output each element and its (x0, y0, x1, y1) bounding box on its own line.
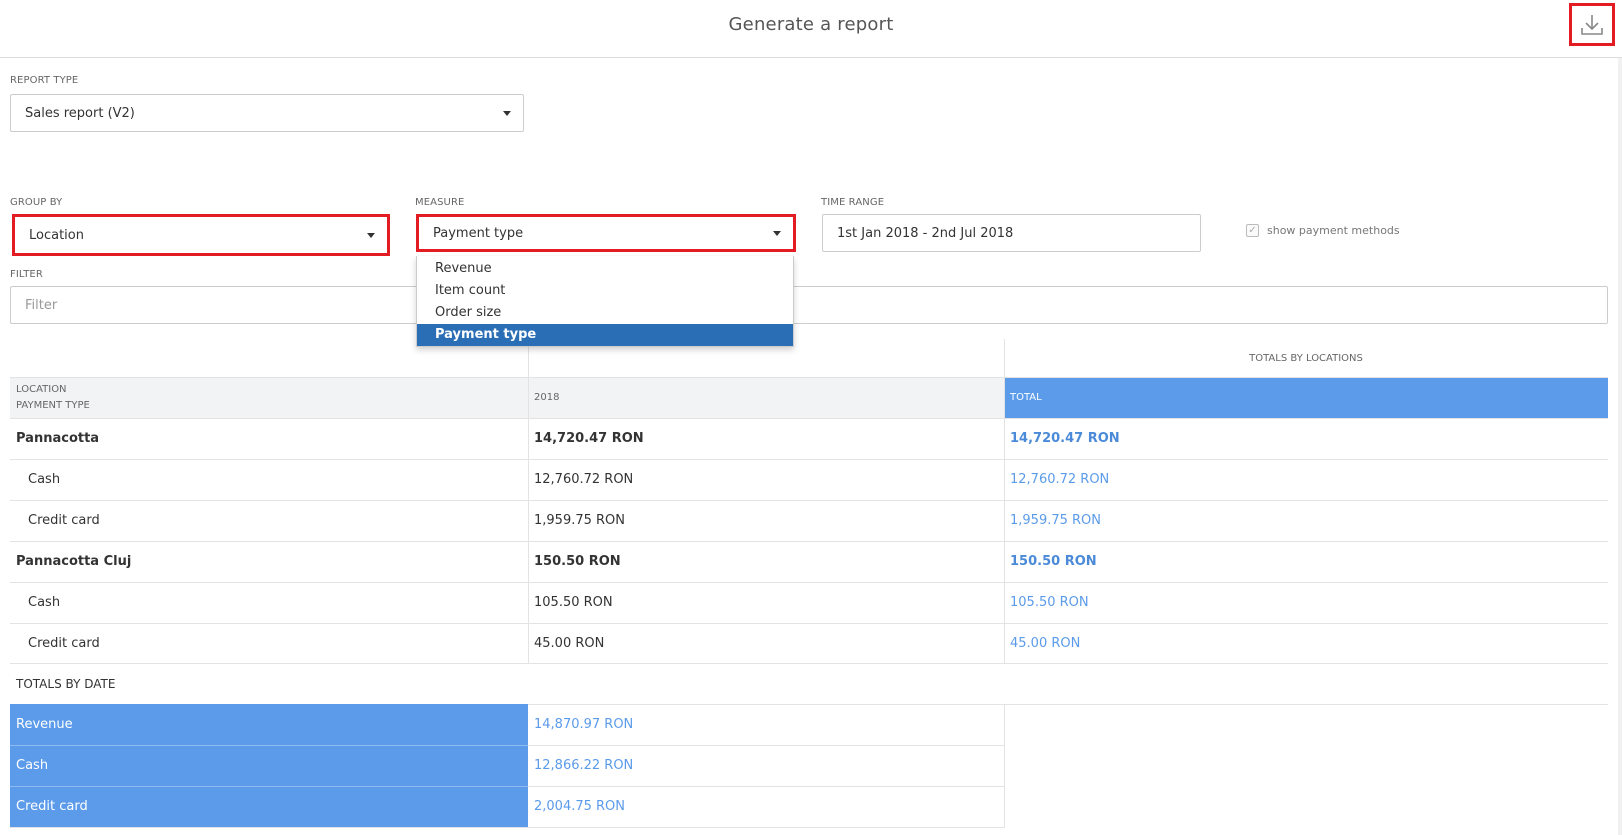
report-type-value: Sales report (V2) (25, 105, 135, 121)
page-title: Generate a report (728, 14, 894, 35)
group-by-select[interactable]: Location (12, 214, 390, 256)
row-payment-name: Cash (28, 472, 61, 487)
row-value: 12,760.72 RON (534, 472, 634, 487)
date-total-name: Credit card (16, 799, 88, 814)
measure-option-item-count[interactable]: Item count (417, 280, 793, 302)
location-column-header: LOCATION (16, 383, 67, 395)
measure-label: MEASURE (415, 197, 465, 208)
payment-type-column-header: PAYMENT TYPE (16, 399, 90, 411)
report-type-select[interactable]: Sales report (V2) (10, 94, 524, 132)
filter-input[interactable]: Filter (10, 286, 1608, 324)
row-value: 105.50 RON (534, 595, 613, 610)
year-column-header: 2018 (534, 392, 560, 403)
table-header-row (10, 377, 1004, 418)
row-total[interactable]: 12,760.72 RON (1010, 459, 1109, 500)
row-location-name: Pannacotta (16, 431, 100, 446)
date-total-value[interactable]: 12,866.22 RON (534, 745, 633, 786)
row-total[interactable]: 14,720.47 RON (1010, 418, 1120, 459)
row-location-name: Pannacotta Cluj (16, 554, 132, 569)
vertical-scrollbar[interactable] (1618, 58, 1622, 835)
row-total[interactable]: 1,959.75 RON (1010, 500, 1101, 541)
show-payment-methods[interactable]: ✓ show payment methods (1246, 224, 1400, 237)
measure-option-order-size[interactable]: Order size (417, 302, 793, 324)
row-total[interactable]: 45.00 RON (1010, 623, 1080, 663)
total-header-cell (1004, 377, 1608, 418)
measure-option-payment-type[interactable]: Payment type (417, 324, 793, 346)
row-payment-name: Credit card (28, 635, 100, 651)
date-total-name: Cash (16, 758, 49, 773)
page-header: Generate a report (0, 0, 1622, 58)
time-range-label: TIME RANGE (821, 197, 885, 208)
row-payment-name: Cash (28, 595, 61, 610)
date-total-name: Revenue (16, 717, 73, 732)
show-payment-methods-label: show payment methods (1267, 224, 1400, 237)
totals-by-date-label: TOTALS BY DATE (16, 676, 116, 691)
chevron-down-icon (773, 231, 781, 236)
row-value: 150.50 RON (534, 554, 621, 569)
row-value: 14,720.47 RON (534, 431, 644, 446)
row-total[interactable]: 150.50 RON (1010, 541, 1097, 582)
row-value: 45.00 RON (534, 635, 605, 651)
row-total[interactable]: 105.50 RON (1010, 582, 1089, 623)
download-button[interactable] (1569, 3, 1615, 46)
measure-select[interactable]: Payment type (416, 214, 796, 252)
row-value: 1,959.75 RON (534, 513, 626, 528)
date-total-value[interactable]: 2,004.75 RON (534, 786, 625, 827)
measure-value: Payment type (433, 225, 524, 241)
chevron-down-icon (503, 111, 511, 116)
date-total-value[interactable]: 14,870.97 RON (534, 704, 633, 745)
group-by-value: Location (29, 227, 84, 243)
filter-label: FILTER (10, 269, 43, 280)
totals-by-locations-label: TOTALS BY LOCATIONS (1249, 352, 1363, 364)
measure-dropdown-menu: Revenue Item count Order size Payment ty… (416, 256, 794, 347)
chevron-down-icon (367, 233, 375, 238)
group-by-label: GROUP BY (10, 197, 63, 208)
download-icon (1581, 14, 1603, 35)
show-payment-methods-checkbox[interactable]: ✓ (1246, 224, 1259, 237)
total-column-header: TOTAL (1010, 392, 1042, 403)
measure-option-revenue[interactable]: Revenue (417, 258, 793, 280)
report-type-label: REPORT TYPE (10, 75, 79, 86)
row-payment-name: Credit card (28, 513, 100, 528)
time-range-input[interactable]: 1st Jan 2018 - 2nd Jul 2018 (822, 214, 1201, 252)
